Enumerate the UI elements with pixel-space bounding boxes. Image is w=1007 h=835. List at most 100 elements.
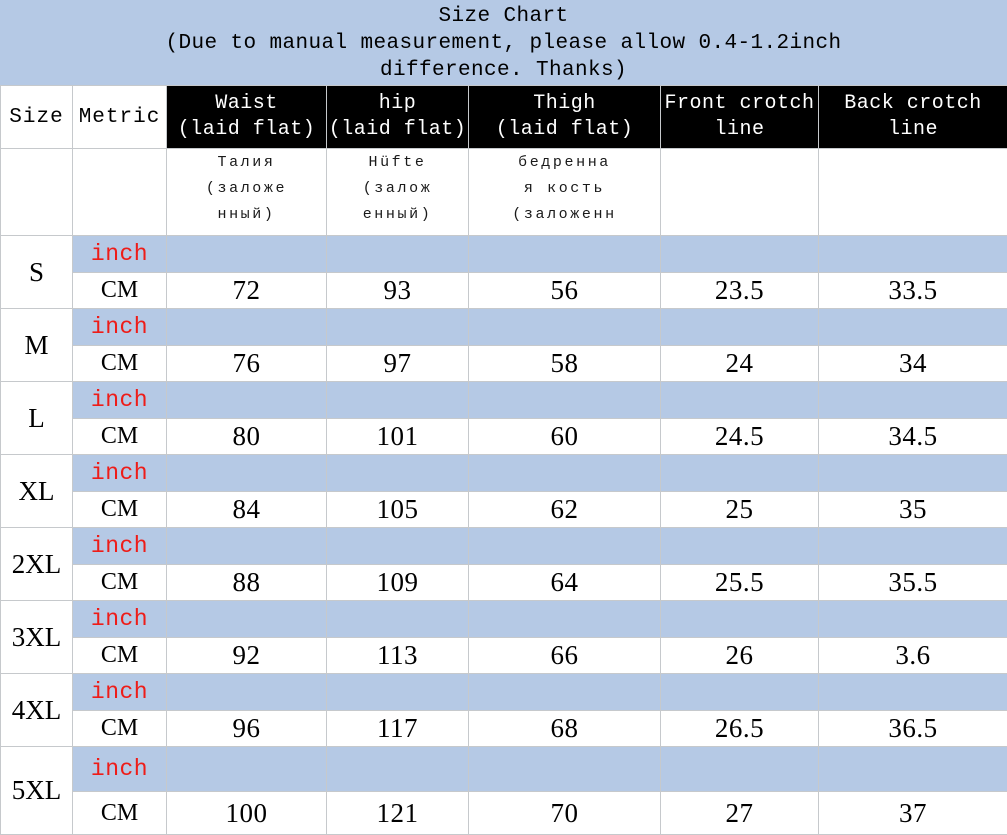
- value-inch-back-crotch: [819, 674, 1007, 711]
- metric-label-cm: CM: [73, 273, 167, 309]
- value-cm-thigh: 68: [469, 711, 661, 747]
- value-cm-waist: 96: [167, 711, 327, 747]
- value-cm-back-crotch: 37: [819, 792, 1007, 835]
- value-inch-thigh: [469, 674, 661, 711]
- title-disclaimer-line-1: (Due to manual measurement, please allow…: [0, 30, 1007, 57]
- value-cm-back-crotch: 35: [819, 492, 1007, 528]
- metric-label-cm: CM: [73, 638, 167, 674]
- size-label-3xl: 3XL: [1, 601, 73, 674]
- column-header-metric: Metric: [73, 86, 167, 149]
- value-cm-thigh: 56: [469, 273, 661, 309]
- column-header-hip-line2: (laid flat): [327, 117, 468, 143]
- value-inch-front-crotch: [661, 309, 819, 346]
- value-inch-front-crotch: [661, 236, 819, 273]
- column-header-thigh-line1: Thigh: [469, 91, 660, 117]
- value-inch-thigh: [469, 528, 661, 565]
- value-cm-back-crotch: 34: [819, 346, 1007, 382]
- value-cm-hip: 121: [327, 792, 469, 835]
- table-row: 2XLinch: [1, 528, 1007, 565]
- value-cm-hip: 117: [327, 711, 469, 747]
- size-label-m: M: [1, 309, 73, 382]
- table-row: Minch: [1, 309, 1007, 346]
- value-cm-hip: 109: [327, 565, 469, 601]
- column-header-front-crotch: Front crotch line: [661, 86, 819, 149]
- translation-thigh-line2: я кость: [469, 175, 660, 201]
- column-header-thigh: Thigh (laid flat): [469, 86, 661, 149]
- value-cm-hip: 97: [327, 346, 469, 382]
- metric-label-cm: CM: [73, 711, 167, 747]
- translation-waist-line2: (заложе: [167, 175, 326, 201]
- table-row: CM9211366263.6: [1, 638, 1007, 674]
- value-inch-back-crotch: [819, 528, 1007, 565]
- value-inch-thigh: [469, 309, 661, 346]
- chart-title-banner: Size Chart (Due to manual measurement, p…: [0, 0, 1007, 85]
- value-inch-waist: [167, 236, 327, 273]
- table-translation-row: Талия (заложе нный) Hüfte (залож енный) …: [1, 149, 1007, 236]
- size-chart-root: Size Chart (Due to manual measurement, p…: [0, 0, 1007, 796]
- table-row: CM801016024.534.5: [1, 419, 1007, 455]
- column-header-waist-line2: (laid flat): [167, 117, 326, 143]
- column-header-front-crotch-line2: line: [661, 117, 818, 143]
- size-label-s: S: [1, 236, 73, 309]
- translation-hip-line2: (залож: [327, 175, 468, 201]
- value-cm-front-crotch: 25: [661, 492, 819, 528]
- metric-label-inch: inch: [73, 455, 167, 492]
- translation-waist-line1: Талия: [167, 149, 326, 175]
- value-cm-thigh: 58: [469, 346, 661, 382]
- value-inch-front-crotch: [661, 382, 819, 419]
- column-header-waist-line1: Waist: [167, 91, 326, 117]
- value-inch-waist: [167, 309, 327, 346]
- metric-label-inch: inch: [73, 309, 167, 346]
- value-inch-waist: [167, 528, 327, 565]
- value-cm-waist: 72: [167, 273, 327, 309]
- metric-label-cm: CM: [73, 419, 167, 455]
- column-header-back-crotch-line2: line: [819, 117, 1007, 143]
- table-row: CM961176826.536.5: [1, 711, 1007, 747]
- translation-cell-metric-empty: [73, 149, 167, 236]
- table-row: 4XLinch: [1, 674, 1007, 711]
- table-row: Linch: [1, 382, 1007, 419]
- size-label-2xl: 2XL: [1, 528, 73, 601]
- translation-thigh: бедренна я кость (заложенн: [469, 149, 661, 236]
- translation-waist: Талия (заложе нный): [167, 149, 327, 236]
- value-inch-hip: [327, 309, 469, 346]
- value-cm-hip: 93: [327, 273, 469, 309]
- column-header-hip: hip (laid flat): [327, 86, 469, 149]
- translation-hip-line1: Hüfte: [327, 149, 468, 175]
- value-cm-thigh: 60: [469, 419, 661, 455]
- value-inch-hip: [327, 674, 469, 711]
- value-inch-thigh: [469, 747, 661, 792]
- translation-thigh-line3: (заложенн: [469, 201, 660, 227]
- translation-cell-size-empty: [1, 149, 73, 236]
- value-inch-hip: [327, 528, 469, 565]
- value-cm-front-crotch: 25.5: [661, 565, 819, 601]
- value-inch-thigh: [469, 455, 661, 492]
- table-row: CM7697582434: [1, 346, 1007, 382]
- column-header-back-crotch-line1: Back crotch: [819, 91, 1007, 117]
- metric-label-cm: CM: [73, 346, 167, 382]
- value-cm-front-crotch: 23.5: [661, 273, 819, 309]
- value-inch-waist: [167, 601, 327, 638]
- value-cm-front-crotch: 26: [661, 638, 819, 674]
- column-header-size: Size: [1, 86, 73, 149]
- table-row: CM72935623.533.5: [1, 273, 1007, 309]
- value-inch-thigh: [469, 236, 661, 273]
- value-inch-hip: [327, 382, 469, 419]
- value-cm-back-crotch: 3.6: [819, 638, 1007, 674]
- value-cm-waist: 88: [167, 565, 327, 601]
- translation-hip-line3: енный): [327, 201, 468, 227]
- size-label-l: L: [1, 382, 73, 455]
- value-cm-waist: 80: [167, 419, 327, 455]
- title-disclaimer-line-2: difference. Thanks): [0, 57, 1007, 84]
- value-inch-hip: [327, 601, 469, 638]
- table-row: 5XLinch: [1, 747, 1007, 792]
- column-header-back-crotch: Back crotch line: [819, 86, 1007, 149]
- table-row: CM881096425.535.5: [1, 565, 1007, 601]
- metric-label-inch: inch: [73, 528, 167, 565]
- value-cm-thigh: 66: [469, 638, 661, 674]
- value-cm-thigh: 64: [469, 565, 661, 601]
- value-inch-back-crotch: [819, 309, 1007, 346]
- value-inch-hip: [327, 747, 469, 792]
- metric-label-cm: CM: [73, 792, 167, 835]
- metric-label-inch: inch: [73, 236, 167, 273]
